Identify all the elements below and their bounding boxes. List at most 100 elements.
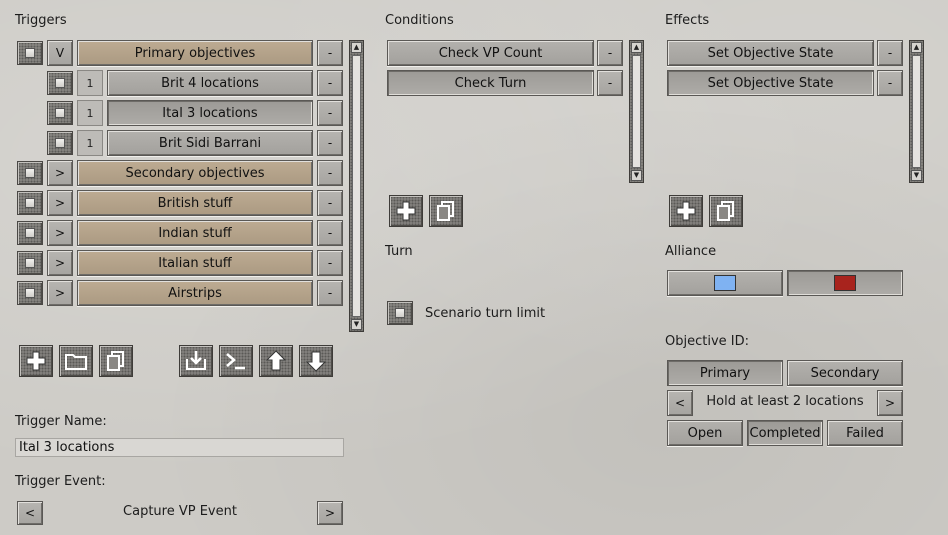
conditions-title: Conditions [385, 13, 454, 28]
trigger-event-next-button[interactable]: > [317, 501, 343, 525]
trigger-enable-checkbox[interactable] [17, 221, 43, 245]
alliance-color-swatch [714, 275, 736, 291]
scroll-up-icon[interactable]: ▲ [631, 42, 642, 53]
trigger-order-number: 1 [77, 100, 103, 126]
objective-state-completed-button[interactable]: Completed [747, 420, 823, 446]
remove-effect-button[interactable]: - [877, 40, 903, 66]
move-down-button[interactable] [299, 345, 333, 377]
objective-id-title: Objective ID: [665, 334, 749, 349]
add-folder-button[interactable] [59, 345, 93, 377]
trigger-expand-toggle[interactable]: > [47, 250, 73, 276]
trigger-group[interactable]: Italian stuff [77, 250, 313, 276]
trigger-expand-toggle[interactable]: > [47, 280, 73, 306]
trigger-event-prev-button[interactable]: < [17, 501, 43, 525]
trigger-enable-checkbox[interactable] [17, 251, 43, 275]
scroll-thumb[interactable] [912, 55, 921, 168]
trigger-order-number: 1 [77, 130, 103, 156]
turn-title: Turn [385, 244, 413, 259]
trigger-group[interactable]: British stuff [77, 190, 313, 216]
triggers-title: Triggers [15, 13, 67, 28]
add-trigger-button[interactable] [19, 345, 53, 377]
copy-condition-button[interactable] [429, 195, 463, 227]
scroll-thumb[interactable] [352, 55, 361, 317]
copy-icon [437, 201, 454, 221]
trigger-item[interactable]: Ital 3 locations [107, 100, 313, 126]
condition-item[interactable]: Check Turn [387, 70, 594, 96]
scroll-up-icon[interactable]: ▲ [351, 42, 362, 53]
copy-icon [717, 201, 734, 221]
remove-trigger-button[interactable]: - [317, 250, 343, 276]
scenario-turn-limit-checkbox[interactable] [387, 301, 413, 325]
objective-next-button[interactable]: > [877, 390, 903, 416]
effects-scrollbar[interactable]: ▲ ▼ [909, 40, 924, 183]
trigger-name-input[interactable]: Ital 3 locations [15, 438, 344, 457]
alliance-color-swatch [834, 275, 856, 291]
trigger-group[interactable]: Primary objectives [77, 40, 313, 66]
trigger-expand-toggle[interactable]: > [47, 190, 73, 216]
arrow-up-icon [265, 350, 287, 371]
remove-trigger-button[interactable]: - [317, 220, 343, 246]
add-icon [26, 351, 46, 371]
trigger-expand-toggle[interactable]: V [47, 40, 73, 66]
add-effect-button[interactable] [669, 195, 703, 227]
console-icon [226, 353, 245, 370]
remove-trigger-button[interactable]: - [317, 130, 343, 156]
scroll-down-icon[interactable]: ▼ [351, 319, 362, 330]
remove-condition-button[interactable]: - [597, 40, 623, 66]
trigger-event-label: Trigger Event: [15, 474, 106, 489]
trigger-item[interactable]: Brit 4 locations [107, 70, 313, 96]
trigger-group[interactable]: Secondary objectives [77, 160, 313, 186]
remove-trigger-button[interactable]: - [317, 280, 343, 306]
scenario-turn-limit-label: Scenario turn limit [425, 306, 546, 321]
folder-icon [65, 354, 87, 370]
scroll-down-icon[interactable]: ▼ [911, 170, 922, 181]
trigger-enable-checkbox[interactable] [17, 191, 43, 215]
remove-trigger-button[interactable]: - [317, 70, 343, 96]
remove-trigger-button[interactable]: - [317, 190, 343, 216]
scroll-up-icon[interactable]: ▲ [911, 42, 922, 53]
trigger-order-number: 1 [77, 70, 103, 96]
condition-item[interactable]: Check VP Count [387, 40, 594, 66]
trigger-expand-toggle[interactable]: > [47, 220, 73, 246]
remove-condition-button[interactable]: - [597, 70, 623, 96]
conditions-scrollbar[interactable]: ▲ ▼ [629, 40, 644, 183]
trigger-expand-toggle[interactable]: > [47, 160, 73, 186]
effects-title: Effects [665, 13, 710, 28]
arrow-down-icon [305, 351, 327, 372]
trigger-item[interactable]: Brit Sidi Barrani [107, 130, 313, 156]
alliance-axis-button[interactable] [787, 270, 903, 296]
trigger-group[interactable]: Airstrips [77, 280, 313, 306]
add-condition-button[interactable] [389, 195, 423, 227]
copy-trigger-button[interactable] [99, 345, 133, 377]
objective-primary-button[interactable]: Primary [667, 360, 783, 386]
objective-description: Hold at least 2 locations [706, 394, 864, 409]
trigger-group[interactable]: Indian stuff [77, 220, 313, 246]
objective-secondary-button[interactable]: Secondary [787, 360, 903, 386]
trigger-name-label: Trigger Name: [15, 414, 107, 429]
objective-prev-button[interactable]: < [667, 390, 693, 416]
trigger-enable-checkbox[interactable] [17, 41, 43, 65]
scroll-down-icon[interactable]: ▼ [631, 170, 642, 181]
scroll-thumb[interactable] [632, 55, 641, 168]
effect-item[interactable]: Set Objective State [667, 70, 874, 96]
console-button[interactable] [219, 345, 253, 377]
trigger-enable-checkbox[interactable] [47, 131, 73, 155]
trigger-scrollbar[interactable]: ▲ ▼ [349, 40, 364, 332]
move-up-button[interactable] [259, 345, 293, 377]
trigger-enable-checkbox[interactable] [47, 101, 73, 125]
remove-trigger-button[interactable]: - [317, 40, 343, 66]
trigger-enable-checkbox[interactable] [17, 161, 43, 185]
copy-icon [107, 351, 124, 371]
remove-trigger-button[interactable]: - [317, 100, 343, 126]
remove-trigger-button[interactable]: - [317, 160, 343, 186]
trigger-event-value: Capture VP Event [123, 504, 237, 519]
objective-state-open-button[interactable]: Open [667, 420, 743, 446]
alliance-allies-button[interactable] [667, 270, 783, 296]
import-button[interactable] [179, 345, 213, 377]
trigger-enable-checkbox[interactable] [17, 281, 43, 305]
copy-effect-button[interactable] [709, 195, 743, 227]
trigger-enable-checkbox[interactable] [47, 71, 73, 95]
remove-effect-button[interactable]: - [877, 70, 903, 96]
objective-state-failed-button[interactable]: Failed [827, 420, 903, 446]
effect-item[interactable]: Set Objective State [667, 40, 874, 66]
